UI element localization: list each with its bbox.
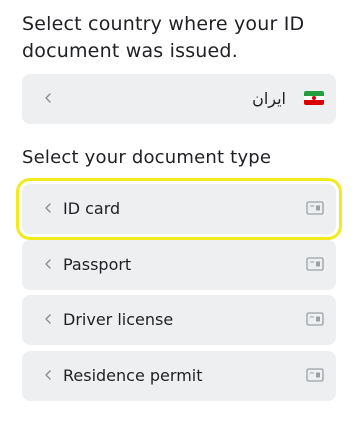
- document-option-passport[interactable]: Passport: [22, 240, 336, 290]
- id-card-icon: [306, 368, 324, 382]
- chevron-left-icon: [45, 370, 51, 380]
- chevron-left-icon: [45, 259, 51, 269]
- document-option-id-card[interactable]: ID card: [16, 178, 342, 240]
- id-card-icon: [306, 257, 324, 271]
- country-heading: Select country where your ID document wa…: [22, 13, 305, 62]
- country-name: ایران: [252, 89, 286, 108]
- document-option-label: Residence permit: [63, 366, 203, 385]
- document-option-residence-permit[interactable]: Residence permit: [22, 351, 336, 401]
- chevron-left-icon: [45, 203, 51, 213]
- document-option-driver-license[interactable]: Driver license: [22, 295, 336, 345]
- id-card-icon: [306, 312, 324, 326]
- chevron-left-icon: [45, 93, 51, 103]
- document-option-label: ID card: [63, 199, 121, 218]
- chevron-left-icon: [45, 314, 51, 324]
- iran-flag-icon: [304, 91, 324, 105]
- country-selector[interactable]: ایران: [22, 74, 336, 124]
- document-selection-screen: Select country where your ID document wa…: [0, 0, 361, 423]
- document-option-label: Passport: [63, 255, 132, 274]
- document-type-heading: Select your document type: [22, 147, 272, 168]
- document-option-label: Driver license: [63, 310, 174, 329]
- id-card-icon: [306, 201, 324, 215]
